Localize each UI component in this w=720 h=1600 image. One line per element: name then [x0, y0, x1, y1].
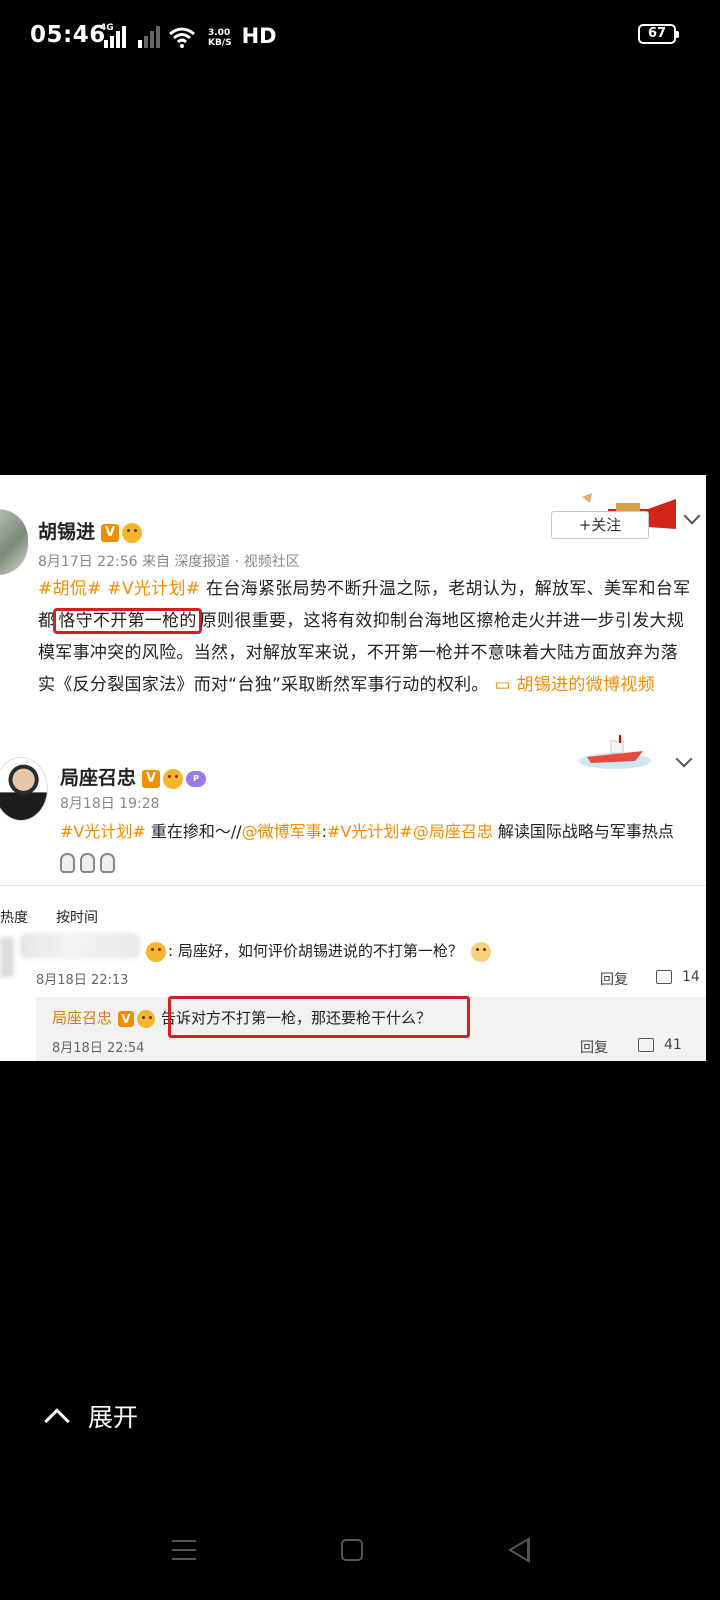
network-speed: 3.00 KB/S	[208, 28, 232, 48]
emoji-badge-icon	[146, 941, 166, 962]
repost-author-name[interactable]: 局座召忠	[60, 767, 136, 789]
menu-icon[interactable]	[172, 1540, 196, 1560]
post-body: #胡侃# #V光计划# 在台海紧张局势不断升温之际，老胡认为，解放军、美军和台军…	[38, 573, 693, 701]
status-time: 05:46	[30, 22, 106, 48]
follow-button[interactable]: +关注	[551, 511, 649, 539]
follow-label: +关注	[578, 516, 622, 534]
verified-badge: V	[142, 769, 161, 788]
chevron-down-icon[interactable]	[675, 750, 693, 768]
blurred-avatar	[0, 937, 14, 977]
hashtag-link[interactable]: #V光计划#	[107, 579, 200, 599]
status-bar: 05:46 4G 3.00 KB/S HD 67	[0, 0, 720, 70]
comment-like-button[interactable]: 14	[656, 969, 700, 985]
thumbs-up-icon	[638, 1038, 654, 1052]
emoji-badge-icon	[163, 768, 184, 789]
hd-label: HD	[241, 24, 277, 48]
repost-body: #V光计划# 重在掺和～//@微博军事:#V光计划#@局座召忠 解读国际战略与军…	[60, 817, 690, 877]
expand-button[interactable]: 展开	[44, 1398, 138, 1434]
repost-author-avatar[interactable]	[0, 757, 48, 821]
cat-emoji-icon	[470, 941, 491, 962]
microphone-icon	[60, 852, 75, 873]
comment-like-count: 14	[682, 969, 700, 985]
reply-like-button[interactable]: 41	[638, 1037, 682, 1053]
reply-reply-button[interactable]: 回复	[580, 1037, 608, 1057]
verified-badge: V	[118, 1010, 135, 1027]
navigation-bar	[0, 1515, 720, 1595]
comment-text: : 局座好，如何评价胡锡进说的不打第一枪？	[168, 942, 463, 960]
status-icons: 4G 3.00 KB/S HD	[100, 22, 277, 48]
sort-time-tab[interactable]: 按时间	[56, 907, 98, 927]
member-badge-icon: P	[186, 770, 207, 787]
hashtag-link[interactable]: #V光计划#	[60, 822, 146, 841]
blurred-username	[20, 933, 140, 959]
repost-text: 解读国际战略与军事热点	[492, 822, 674, 841]
divider	[0, 885, 706, 886]
reply-like-count: 41	[664, 1037, 682, 1053]
thumbs-up-icon	[656, 970, 672, 984]
network-type-label: 4G	[100, 23, 114, 33]
post-meta: 8月17日 22:56 来自 深度报道 · 视频社区	[38, 554, 300, 570]
comment-time: 8月18日 22:13	[36, 973, 129, 988]
chevron-down-icon[interactable]	[683, 507, 701, 525]
boat-decoration-image	[579, 735, 651, 769]
weibo-screenshot: 胡锡进 V 8月17日 22:56 来自 深度报道 · 视频社区 +关注 #胡侃#…	[0, 475, 706, 1061]
signal-2-icon	[134, 26, 160, 48]
reply-author[interactable]: 局座召忠	[52, 1009, 112, 1027]
signal-icon: 4G	[100, 23, 126, 48]
author-avatar[interactable]	[0, 509, 28, 575]
wifi-icon	[169, 27, 195, 48]
mention-link[interactable]: @局座召忠	[413, 822, 493, 841]
reply-time: 8月18日 22:54	[52, 1041, 145, 1056]
comment-reply-button[interactable]: 回复	[600, 969, 628, 989]
comment: : 局座好，如何评价胡锡进说的不打第一枪？	[146, 940, 491, 962]
highlight-box	[168, 996, 470, 1038]
repost-meta: 8月18日 19:28	[60, 796, 160, 812]
emoji-badge-icon	[137, 1009, 156, 1028]
mention-link[interactable]: @微博军事	[242, 822, 322, 841]
author-name[interactable]: 胡锡进	[38, 521, 95, 543]
sort-hot-tab[interactable]: 热度	[0, 907, 28, 927]
hashtag-link[interactable]: #胡侃#	[38, 579, 102, 599]
post-author[interactable]: 胡锡进 V	[38, 517, 143, 544]
repost-text: 重在掺和～//	[145, 822, 242, 841]
highlighted-text: 恪守不开第一枪的	[53, 608, 202, 634]
home-icon[interactable]	[341, 1539, 363, 1561]
emoji-badge-icon	[122, 522, 143, 543]
repost-author[interactable]: 局座召忠 V P	[60, 763, 207, 790]
video-link[interactable]: ▭ 胡锡进的微博视频	[489, 675, 655, 695]
back-icon[interactable]	[508, 1537, 530, 1563]
hashtag-link[interactable]: #V光计划#	[327, 822, 413, 841]
microphone-icon	[80, 852, 95, 873]
verified-badge: V	[101, 523, 120, 542]
expand-label: 展开	[88, 1403, 139, 1432]
microphone-icon	[100, 852, 115, 873]
chevron-up-icon	[44, 1408, 70, 1434]
battery-icon: 67	[638, 24, 679, 44]
